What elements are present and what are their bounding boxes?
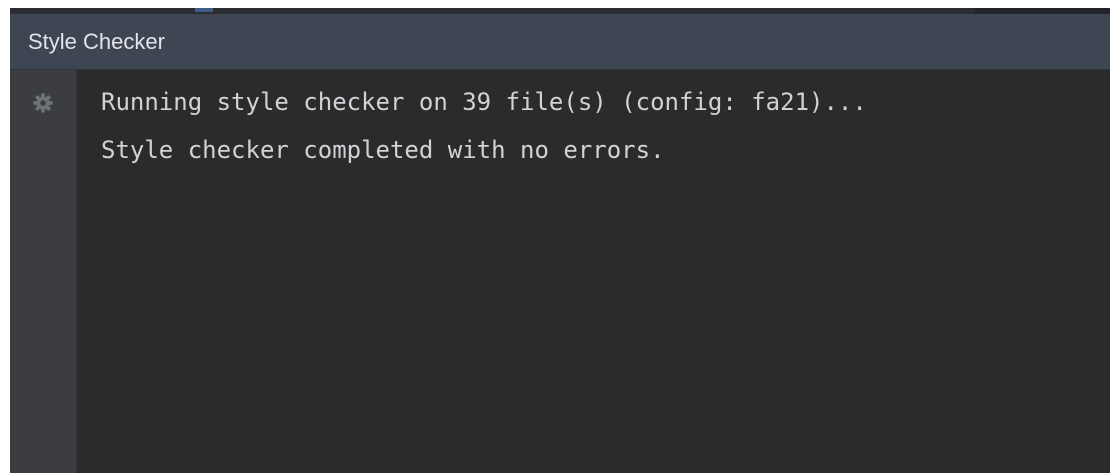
tool-window-title: Style Checker <box>28 29 165 54</box>
screenshot-frame: Style Checker Running style checker on 3… <box>0 0 1110 473</box>
console-output[interactable]: Running style checker on 39 file(s) (con… <box>77 70 1110 473</box>
console-gutter <box>10 70 77 473</box>
tool-window: Style Checker Running style checker on 3… <box>10 8 1110 473</box>
console-line: Style checker completed with no errors. <box>101 136 665 164</box>
active-tab-indicator <box>195 8 213 12</box>
gear-icon[interactable] <box>32 92 54 114</box>
console-line: Running style checker on 39 file(s) (con… <box>101 88 867 116</box>
tool-window-header[interactable]: Style Checker <box>10 14 1110 70</box>
